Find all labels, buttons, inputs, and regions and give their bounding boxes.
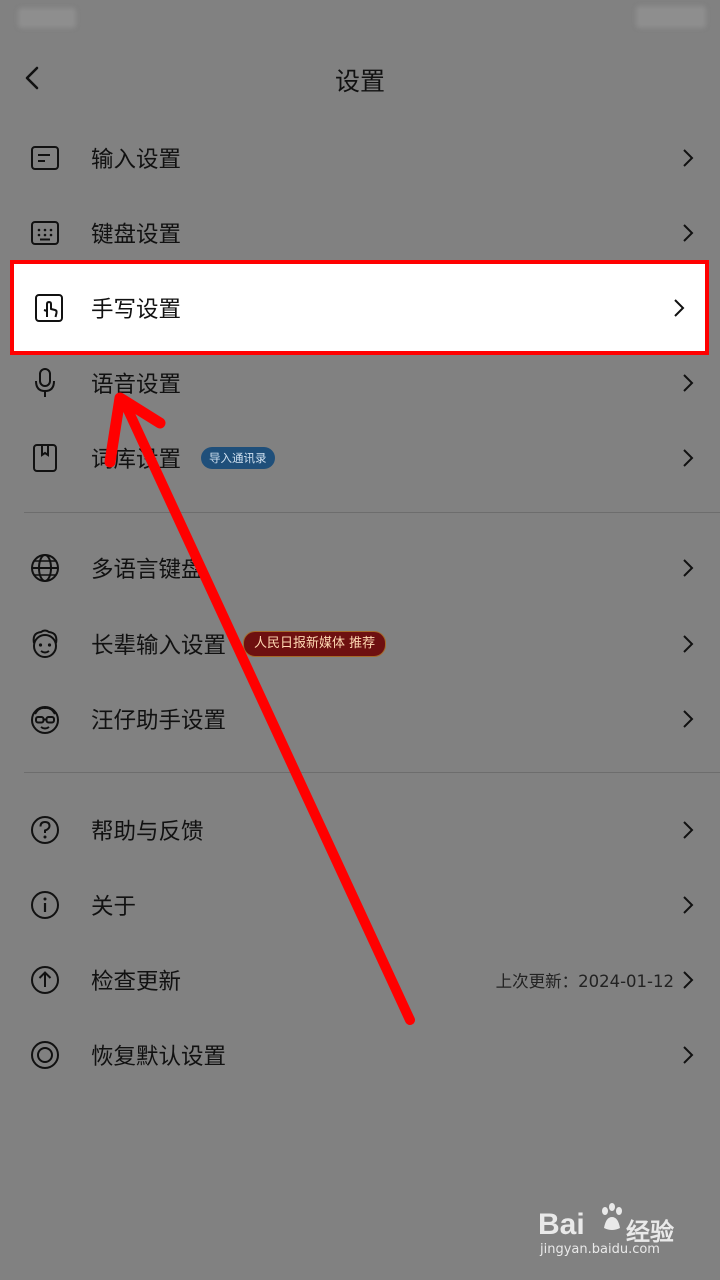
page-title: 设置 xyxy=(334,67,385,96)
input-settings-icon xyxy=(27,140,63,176)
import-contacts-badge: 导入通讯录 xyxy=(201,446,275,469)
settings-row-label: 手写设置 xyxy=(91,296,182,323)
settings-row-voice[interactable]: 语音设置 xyxy=(0,345,720,420)
paw-icon xyxy=(602,1203,622,1230)
settings-row-label: 语音设置 xyxy=(91,371,182,398)
settings-row-reset[interactable]: 恢复默认设置 xyxy=(0,1017,720,1092)
settings-row-handwriting[interactable]: 手写设置 xyxy=(10,260,709,355)
microphone-icon xyxy=(27,365,63,401)
chevron-right-icon xyxy=(683,1045,694,1064)
settings-row-label: 检查更新 xyxy=(91,968,182,995)
elder-face-icon xyxy=(27,626,63,662)
globe-icon xyxy=(27,550,63,586)
settings-row-dictionary[interactable]: 词库设置 导入通讯录 xyxy=(0,420,720,495)
settings-row-label: 帮助与反馈 xyxy=(91,818,204,845)
handwriting-icon xyxy=(31,290,67,326)
settings-row-keyboard[interactable]: 键盘设置 xyxy=(0,195,720,270)
chevron-right-icon xyxy=(683,709,694,728)
chevron-right-icon xyxy=(683,148,694,167)
chevron-right-icon xyxy=(683,895,694,914)
chevron-right-icon xyxy=(683,820,694,839)
chevron-right-icon xyxy=(683,970,694,989)
settings-row-about[interactable]: 关于 xyxy=(0,867,720,942)
chevron-right-icon xyxy=(683,373,694,392)
settings-row-label: 汪仔助手设置 xyxy=(91,707,227,734)
dictionary-icon xyxy=(27,440,63,476)
assistant-face-icon xyxy=(27,701,63,737)
settings-row-multilang[interactable]: 多语言键盘 xyxy=(0,530,720,605)
chevron-right-icon xyxy=(683,634,694,653)
watermark-url: jingyan.baidu.com xyxy=(540,1242,660,1257)
settings-row-label: 词库设置 xyxy=(91,446,182,473)
section-divider xyxy=(24,512,720,513)
settings-row-label: 恢复默认设置 xyxy=(91,1043,227,1070)
watermark-logo-text: Bai xyxy=(538,1208,585,1241)
status-bar xyxy=(0,0,720,36)
reset-icon xyxy=(27,1037,63,1073)
settings-row-assistant[interactable]: 汪仔助手设置 xyxy=(0,681,720,756)
keyboard-icon xyxy=(27,215,63,251)
last-update-text: 上次更新：2024-01-12 xyxy=(495,971,674,991)
settings-row-label: 键盘设置 xyxy=(91,221,182,248)
info-icon xyxy=(27,887,63,923)
settings-row-update[interactable]: 检查更新 上次更新：2024-01-12 xyxy=(0,942,720,1017)
header: 设置 xyxy=(0,44,720,114)
chevron-right-icon xyxy=(674,298,685,317)
settings-row-label: 多语言键盘 xyxy=(91,556,204,583)
baidu-watermark: Bai 经验 jingyan.baidu.com xyxy=(534,1198,684,1268)
settings-row-label: 输入设置 xyxy=(91,146,182,173)
update-icon xyxy=(27,962,63,998)
chevron-right-icon xyxy=(683,558,694,577)
chevron-right-icon xyxy=(683,448,694,467)
settings-row-label: 长辈输入设置 xyxy=(91,632,227,659)
help-icon xyxy=(27,812,63,848)
status-left-blur xyxy=(18,8,76,28)
section-divider xyxy=(24,772,720,773)
recommend-badge: 人民日报新媒体 推荐 xyxy=(243,630,387,657)
settings-row-label: 关于 xyxy=(91,893,137,920)
chevron-right-icon xyxy=(683,223,694,242)
settings-row-elder[interactable]: 长辈输入设置 人民日报新媒体 推荐 xyxy=(0,606,720,681)
settings-row-help[interactable]: 帮助与反馈 xyxy=(0,792,720,867)
status-right-blur xyxy=(636,6,706,28)
settings-row-input[interactable]: 输入设置 xyxy=(0,120,720,195)
